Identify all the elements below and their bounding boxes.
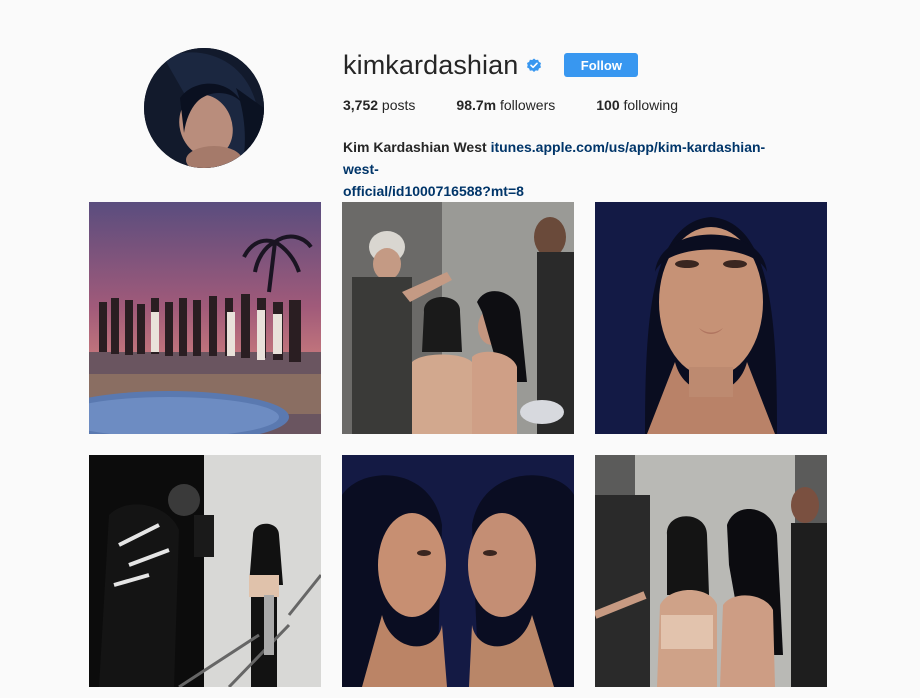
profile-bio: Kim Kardashian West itunes.apple.com/us/… (343, 136, 793, 202)
post-image (595, 455, 827, 687)
followers-count: 98.7m (456, 97, 497, 113)
profile-full-name: Kim Kardashian West (343, 139, 487, 155)
post-thumbnail[interactable] (595, 202, 827, 434)
post-image (342, 202, 574, 434)
post-image (595, 202, 827, 434)
profile-stats: 3,752 posts 98.7m followers 100 followin… (343, 96, 883, 114)
follow-button[interactable]: Follow (564, 53, 639, 77)
posts-stat: 3,752 posts (343, 96, 415, 114)
following-label: following (619, 97, 678, 113)
name-row: kimkardashian Follow (343, 50, 883, 80)
post-thumbnail[interactable] (595, 455, 827, 687)
post-thumbnail[interactable] (89, 202, 321, 434)
post-image (89, 202, 321, 434)
profile-avatar[interactable] (144, 48, 264, 168)
followers-label: followers (496, 97, 556, 113)
profile-username: kimkardashian (343, 50, 519, 80)
bio-link-line2: official/id1000716588?mt=8 (343, 183, 524, 199)
following-stat[interactable]: 100 following (596, 96, 678, 114)
post-thumbnail[interactable] (342, 202, 574, 434)
avatar-photo (144, 48, 264, 168)
posts-label: posts (378, 97, 416, 113)
following-count: 100 (596, 97, 620, 113)
post-thumbnail[interactable] (342, 455, 574, 687)
profile-page: kimkardashian Follow 3,752 posts 98.7m f… (0, 0, 920, 698)
followers-stat[interactable]: 98.7m followers (456, 96, 555, 114)
post-image (89, 455, 321, 687)
posts-count: 3,752 (343, 97, 379, 113)
verified-badge-icon (526, 57, 542, 73)
post-thumbnail[interactable] (89, 455, 321, 687)
post-image (342, 455, 574, 687)
profile-info: kimkardashian Follow 3,752 posts 98.7m f… (343, 50, 883, 202)
